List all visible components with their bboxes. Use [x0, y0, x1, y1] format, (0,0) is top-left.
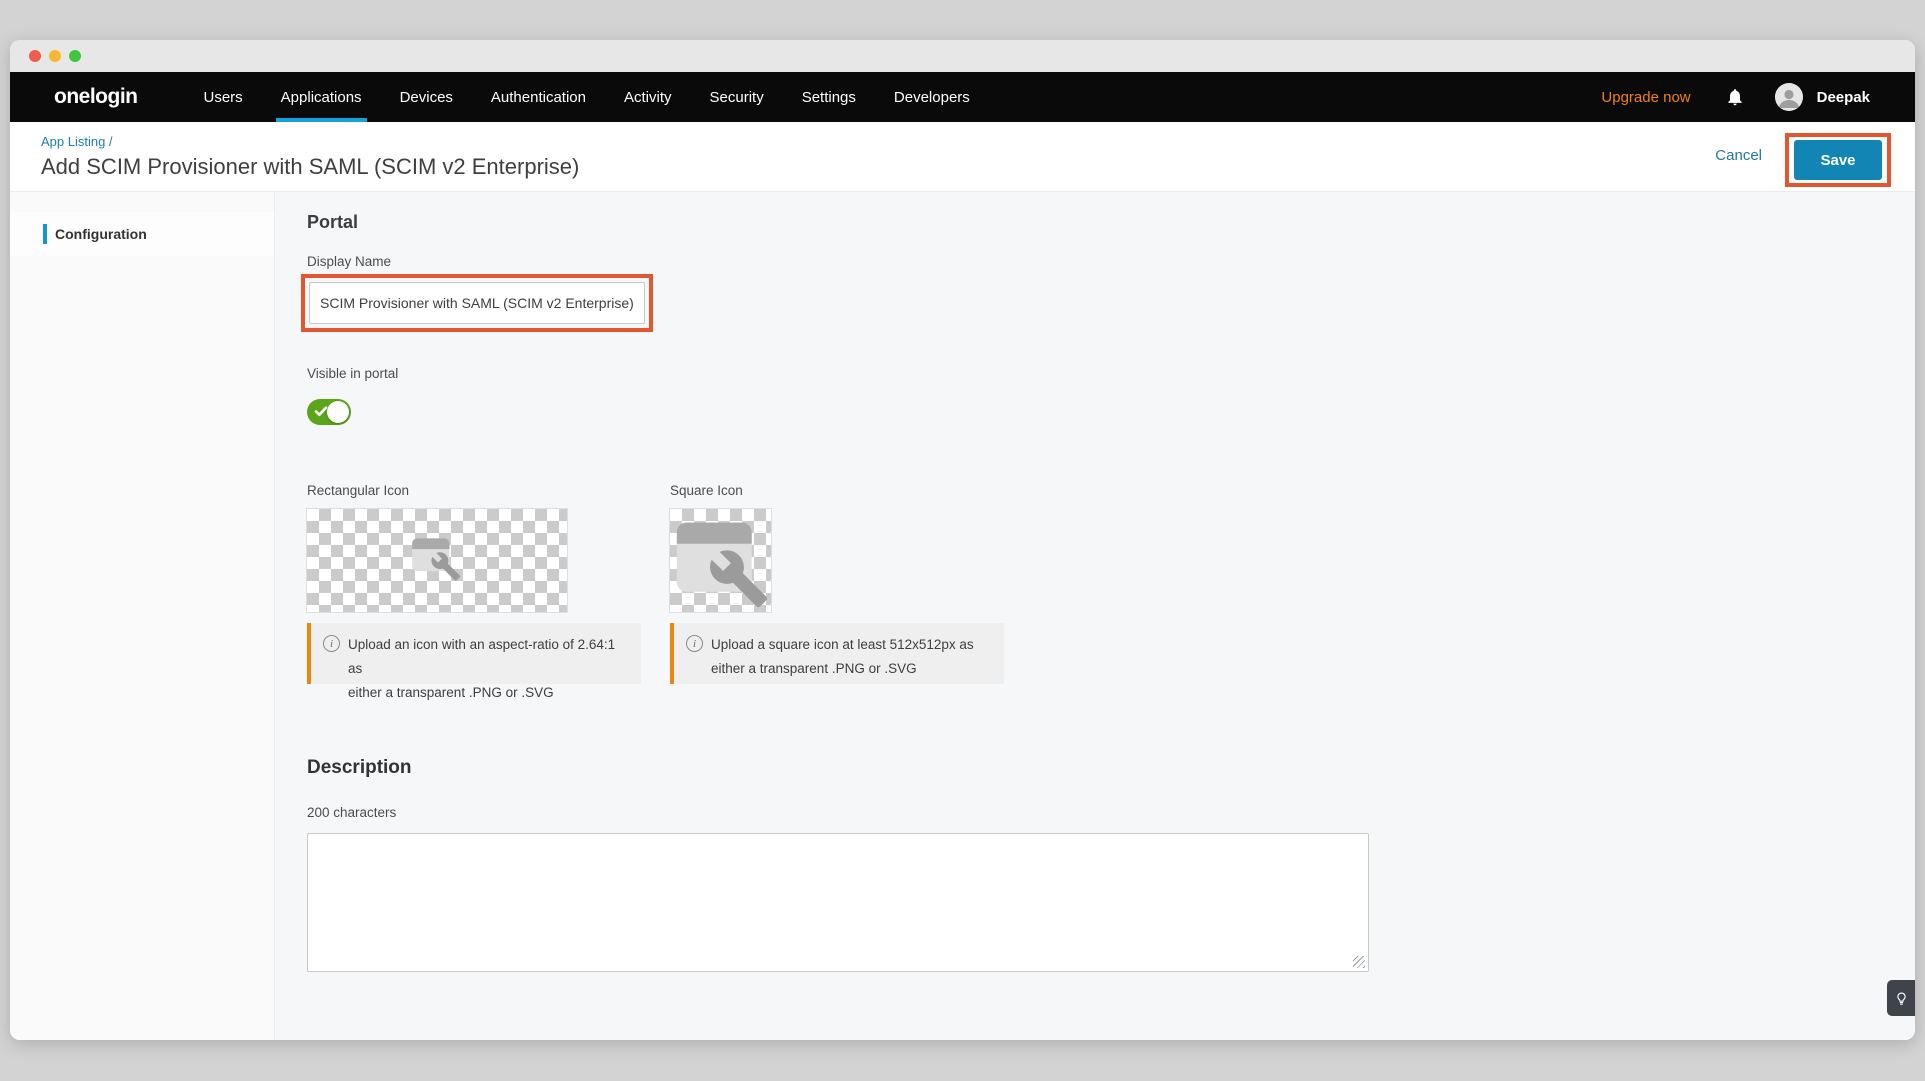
onelogin-logo[interactable]: onelogin: [54, 85, 138, 109]
square-icon-label: Square Icon: [670, 483, 743, 498]
check-icon: [314, 404, 328, 418]
page-header: App Listing / Add SCIM Provisioner with …: [10, 122, 1915, 192]
hint-line: Upload a square icon at least 512x512px …: [711, 633, 974, 657]
window-maximize-button[interactable]: [69, 50, 81, 62]
square-icon-preview[interactable]: [670, 509, 771, 612]
active-accent-bar: [43, 224, 47, 244]
display-name-label: Display Name: [307, 254, 391, 269]
nav-item-devices[interactable]: Devices: [400, 72, 453, 122]
nav-item-developers[interactable]: Developers: [894, 72, 970, 122]
description-section-heading: Description: [307, 757, 412, 779]
app-wrench-icon: [673, 513, 769, 609]
sidebar-item-configuration[interactable]: Configuration: [10, 212, 274, 256]
info-icon: i: [323, 635, 340, 652]
nav-item-security[interactable]: Security: [710, 72, 764, 122]
page-title: Add SCIM Provisioner with SAML (SCIM v2 …: [41, 154, 579, 180]
nav-item-settings[interactable]: Settings: [802, 72, 856, 122]
nav-menu: Users Applications Devices Authenticatio…: [204, 72, 970, 122]
hint-line: Upload an icon with an aspect-ratio of 2…: [348, 633, 633, 681]
portal-section-heading: Portal: [307, 212, 358, 233]
window-close-button[interactable]: [29, 50, 41, 62]
description-textarea[interactable]: [307, 833, 1369, 972]
user-avatar[interactable]: [1775, 83, 1803, 111]
lightbulb-icon: [1894, 991, 1909, 1006]
main-panel: Portal Display Name Visible in portal Re…: [275, 192, 1915, 1040]
help-lightbulb-button[interactable]: [1887, 980, 1915, 1016]
rectangular-icon-preview[interactable]: [307, 509, 567, 612]
sidebar: Configuration: [10, 192, 275, 1040]
hint-line: either a transparent .PNG or .SVG: [348, 681, 633, 705]
notifications-bell-icon[interactable]: [1725, 87, 1745, 107]
person-icon: [1775, 83, 1803, 111]
sidebar-item-label: Configuration: [55, 226, 147, 242]
save-button[interactable]: Save: [1794, 140, 1882, 180]
upgrade-now-link[interactable]: Upgrade now: [1601, 89, 1690, 106]
square-icon-hint: i Upload a square icon at least 512x512p…: [670, 623, 1004, 684]
nav-item-applications[interactable]: Applications: [281, 72, 362, 122]
rect-icon-hint: i Upload an icon with an aspect-ratio of…: [307, 623, 641, 684]
user-name-label: Deepak: [1817, 89, 1870, 106]
app-wrench-icon: [408, 535, 466, 587]
display-name-input[interactable]: [309, 282, 645, 324]
rectangular-icon-label: Rectangular Icon: [307, 483, 409, 498]
nav-item-activity[interactable]: Activity: [624, 72, 672, 122]
toggle-knob: [327, 401, 349, 423]
app-window: onelogin Users Applications Devices Auth…: [10, 40, 1915, 1040]
description-chars-label: 200 characters: [307, 805, 396, 820]
visible-in-portal-label: Visible in portal: [307, 366, 398, 381]
hint-line: either a transparent .PNG or .SVG: [711, 657, 974, 681]
breadcrumb[interactable]: App Listing /: [41, 134, 113, 149]
nav-item-users[interactable]: Users: [204, 72, 243, 122]
nav-right-group: Upgrade now Deepak: [1601, 83, 1870, 111]
visible-in-portal-toggle[interactable]: [307, 399, 351, 425]
cancel-button[interactable]: Cancel: [1715, 147, 1762, 164]
window-minimize-button[interactable]: [49, 50, 61, 62]
nav-item-authentication[interactable]: Authentication: [491, 72, 586, 122]
window-titlebar: [10, 40, 1915, 72]
top-nav: onelogin Users Applications Devices Auth…: [10, 72, 1915, 122]
content-area: Configuration Portal Display Name Visibl…: [10, 192, 1915, 1040]
info-icon: i: [686, 635, 703, 652]
